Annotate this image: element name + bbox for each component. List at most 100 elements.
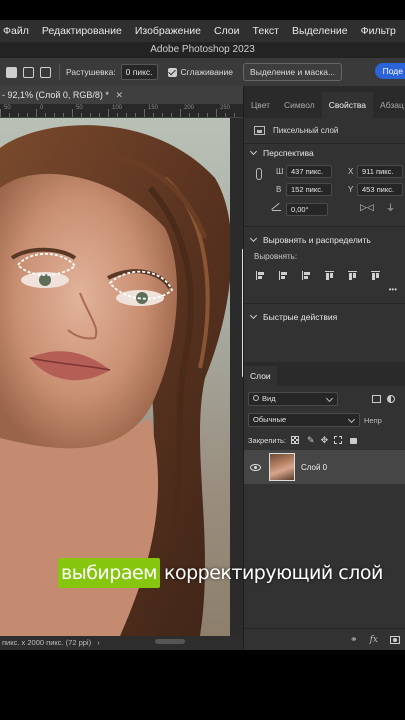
align-subtitle: Выровнять: [254,252,298,261]
angle-input[interactable]: 0,00° [286,202,328,216]
height-input[interactable]: 152 пикс. [286,182,332,196]
layers-footer: ⚭ fx [244,628,405,650]
align-left-icon[interactable] [256,270,265,280]
layer-type-label: Пиксельный слой [273,126,339,135]
share-button[interactable]: Поде [374,63,405,79]
blend-mode-select[interactable]: Обычные [248,413,360,427]
horizontal-scroll-thumb[interactable] [155,639,185,644]
document-tab[interactable]: - 92,1% (Слой 0, RGB/8) * ✕ [0,86,243,104]
menu-edit[interactable]: Редактирование [42,25,122,37]
quick-actions-header[interactable]: Быстрые действия [244,308,405,326]
pixel-layer-icon [254,126,265,135]
perspective-section-header[interactable]: Перспектива [244,144,405,162]
adjustment-filter-icon[interactable] [387,395,395,403]
align-vcenter-icon[interactable] [348,270,357,280]
add-selection-icon[interactable] [23,66,34,78]
divider [244,303,405,304]
document-tab-title: - 92,1% (Слой 0, RGB/8) * [2,90,109,100]
menu-select[interactable]: Выделение [292,25,348,37]
caption-highlight: выбираем [58,558,160,588]
flip-horizontal-icon[interactable]: ▷◁ [360,202,374,213]
ruler-tick [63,113,64,117]
menu-image[interactable]: Изображение [135,25,201,37]
tab-properties[interactable]: Свойства [321,92,374,118]
perspective-row-angle: 0,00° ▷◁ ⏚ [244,198,405,220]
width-label: Ш [276,166,284,176]
tab-layers[interactable]: Слои [244,366,277,386]
ruler-tick [135,113,136,117]
options-bar: Растушевка: 0 пикс. Сглаживание Выделени… [0,58,405,86]
y-input[interactable]: 453 пикс. [357,182,403,196]
chevron-right-icon[interactable]: › [97,638,100,647]
flip-vertical-icon[interactable]: ⏚ [386,201,395,214]
panel-tabs: Цвет Символ Свойства Абзац [244,86,405,118]
horizontal-ruler: 50 0 50 100 150 200 250 [0,104,243,118]
perspective-title: Перспектива [263,148,314,158]
ruler-label: 50 [76,105,83,111]
feather-input[interactable]: 0 пикс. [120,64,158,80]
divider [244,226,405,227]
document-size: пикс. x 2000 пикс. (72 ppi) [2,638,92,647]
height-label: В [276,184,282,194]
image-filter-icon[interactable] [372,395,381,403]
caption-text: корректирующий слой [164,562,383,584]
layer-name[interactable]: Слой 0 [301,463,327,472]
add-mask-icon[interactable] [390,635,400,644]
align-section-header[interactable]: Выровнять и распределить [244,231,405,249]
ruler-tick [27,113,28,117]
lock-artboard-icon[interactable] [334,436,343,444]
antialias-label: Сглаживание [180,67,234,77]
chevron-down-icon [249,147,258,156]
align-right-icon[interactable] [302,270,311,280]
ruler-label: 100 [112,105,123,111]
ruler-tick [117,113,118,117]
lock-label: Закрепить: [248,435,287,445]
link-icon[interactable] [256,168,262,180]
tab-character[interactable]: Символ [277,100,322,118]
lock-transparent-icon[interactable] [291,436,300,444]
lock-brush-icon[interactable]: ✎ [307,435,315,446]
ruler-label: 200 [184,105,195,111]
x-input[interactable]: 911 пикс. [357,164,403,178]
perspective-row-w: Ш 437 пикс. X 911 пикс. [244,162,405,180]
x-label: X [348,166,354,176]
ruler-label: 0 [40,105,44,111]
ruler-tick [216,109,217,117]
feather-label: Растушевка: [66,67,116,77]
align-top-icon[interactable] [325,270,334,280]
menu-filter[interactable]: Фильтр [361,25,396,37]
width-input[interactable]: 437 пикс. [286,164,332,178]
tab-color[interactable]: Цвет [244,100,277,118]
ruler-tick [36,109,37,117]
lock-all-icon[interactable] [350,438,358,444]
intersect-selection-icon[interactable] [40,66,51,78]
select-and-mask-button[interactable]: Выделение и маска... [243,63,343,81]
angle-icon [271,202,281,211]
antialias-checkbox[interactable] [167,67,177,77]
quick-actions-title: Быстрые действия [263,312,338,322]
ruler-tick [207,113,208,117]
new-selection-icon[interactable] [6,66,17,78]
layer-filter-select[interactable]: Вид [248,392,338,406]
layers-panel-header: Слои [244,362,405,386]
blend-row: Обычные Непр [244,412,405,428]
close-icon[interactable]: ✕ [115,90,123,100]
link-layers-icon[interactable]: ⚭ [350,634,358,645]
fx-icon[interactable]: fx [370,635,378,645]
menu-file[interactable]: Файл [3,25,29,37]
layer-type-row: Пиксельный слой [244,118,405,144]
search-icon [253,395,259,401]
menu-type[interactable]: Текст [253,25,279,37]
align-bottom-icon[interactable] [371,270,380,280]
lock-row: Закрепить: ✎ ✥ [244,432,405,448]
menu-layers[interactable]: Слои [214,25,240,37]
eye-icon[interactable] [250,463,261,471]
tab-paragraph[interactable]: Абзац [373,100,405,118]
ruler-tick [180,109,181,117]
more-options-icon[interactable]: ••• [244,285,405,297]
layer-row-selected[interactable]: Слой 0 [244,450,405,484]
align-hcenter-icon[interactable] [279,270,288,280]
lock-move-icon[interactable]: ✥ [321,435,329,446]
ruler-tick [18,113,19,117]
chevron-down-icon [249,311,258,320]
